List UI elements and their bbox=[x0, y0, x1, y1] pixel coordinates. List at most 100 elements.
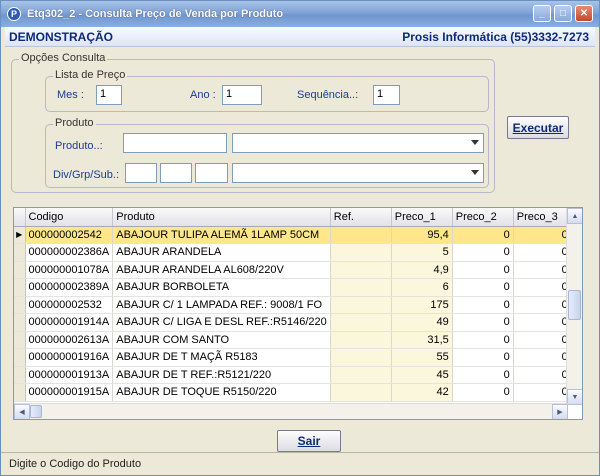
column-header-codigo[interactable]: Codigo bbox=[25, 208, 114, 227]
cell-preco1[interactable]: 45 bbox=[391, 366, 453, 384]
horizontal-scroll-thumb[interactable] bbox=[30, 405, 42, 418]
row-indicator[interactable] bbox=[14, 348, 26, 367]
cell-codigo[interactable]: 000000002532 bbox=[25, 296, 114, 314]
cell-preco1[interactable]: 49 bbox=[391, 313, 453, 332]
cell-produto[interactable]: ABAJUR COM SANTO bbox=[112, 331, 331, 349]
year-input[interactable]: 1 bbox=[222, 85, 262, 105]
column-header-preco3[interactable]: Preco_3 bbox=[513, 208, 572, 227]
division-input[interactable] bbox=[125, 163, 157, 183]
cell-ref[interactable] bbox=[330, 313, 392, 332]
cell-preco2[interactable]: 0 bbox=[452, 348, 514, 367]
scroll-left-icon[interactable]: ◀ bbox=[14, 404, 30, 419]
product-select[interactable] bbox=[232, 133, 484, 153]
vertical-scrollbar[interactable]: ▲ ▼ bbox=[566, 208, 582, 405]
row-indicator[interactable] bbox=[14, 383, 26, 402]
column-header-ref[interactable]: Ref. bbox=[330, 208, 392, 227]
cell-preco3[interactable]: 0 bbox=[513, 348, 572, 367]
cell-preco3[interactable]: 0 bbox=[513, 261, 572, 279]
row-indicator[interactable]: ▶ bbox=[14, 226, 26, 244]
cell-ref[interactable] bbox=[330, 331, 392, 349]
cell-preco3[interactable]: 0 bbox=[513, 278, 572, 297]
cell-preco3[interactable]: 0 bbox=[513, 226, 572, 244]
table-row[interactable]: 000000002386A ABAJUR ARANDELA 5 0 0 bbox=[14, 243, 572, 262]
cell-preco1[interactable]: 6 bbox=[391, 278, 453, 297]
cell-preco3[interactable]: 0 bbox=[513, 366, 572, 384]
cell-preco2[interactable]: 0 bbox=[452, 296, 514, 314]
table-row[interactable]: 000000001916A ABAJUR DE T MAÇÃ R5183 55 0 0 bbox=[14, 348, 572, 367]
cell-preco2[interactable]: 0 bbox=[452, 366, 514, 384]
cell-produto[interactable]: ABAJUR DE T MAÇÃ R5183 bbox=[112, 348, 331, 367]
cell-preco3[interactable]: 0 bbox=[513, 296, 572, 314]
execute-button[interactable]: Executar bbox=[507, 116, 569, 139]
scroll-up-icon[interactable]: ▲ bbox=[567, 208, 582, 224]
row-indicator[interactable] bbox=[14, 366, 26, 384]
cell-codigo[interactable]: 000000002542 bbox=[25, 226, 114, 244]
subgroup-input[interactable] bbox=[195, 163, 228, 183]
category-select[interactable] bbox=[232, 163, 484, 183]
horizontal-scrollbar[interactable]: ◀ ▶ bbox=[14, 403, 568, 419]
minimize-button[interactable]: _ bbox=[533, 5, 551, 22]
cell-produto[interactable]: ABAJUR DE TOQUE R5150/220 bbox=[112, 383, 331, 402]
cell-produto[interactable]: ABAJUR C/ 1 LAMPADA REF.: 9008/1 FO bbox=[112, 296, 331, 314]
row-indicator[interactable] bbox=[14, 261, 26, 279]
cell-preco2[interactable]: 0 bbox=[452, 313, 514, 332]
row-indicator[interactable] bbox=[14, 243, 26, 262]
table-row[interactable]: 000000001915A ABAJUR DE TOQUE R5150/220 42… bbox=[14, 383, 572, 402]
cell-preco2[interactable]: 0 bbox=[452, 331, 514, 349]
cell-codigo[interactable]: 000000001915A bbox=[25, 383, 114, 402]
cell-preco1[interactable]: 4,9 bbox=[391, 261, 453, 279]
cell-produto[interactable]: ABAJUR BORBOLETA bbox=[112, 278, 331, 297]
cell-produto[interactable]: ABAJUR ARANDELA AL608/220V bbox=[112, 261, 331, 279]
cell-ref[interactable] bbox=[330, 243, 392, 262]
cell-ref[interactable] bbox=[330, 278, 392, 297]
row-indicator[interactable] bbox=[14, 278, 26, 297]
chevron-down-icon[interactable] bbox=[471, 140, 479, 145]
cell-codigo[interactable]: 000000002613A bbox=[25, 331, 114, 349]
cell-preco3[interactable]: 0 bbox=[513, 313, 572, 332]
group-input[interactable] bbox=[160, 163, 192, 183]
scroll-right-icon[interactable]: ▶ bbox=[552, 404, 568, 419]
cell-codigo[interactable]: 000000002389A bbox=[25, 278, 114, 297]
cell-codigo[interactable]: 000000001914A bbox=[25, 313, 114, 332]
cell-preco1[interactable]: 42 bbox=[391, 383, 453, 402]
cell-preco1[interactable]: 95,4 bbox=[391, 226, 453, 244]
cell-preco1[interactable]: 175 bbox=[391, 296, 453, 314]
cell-ref[interactable] bbox=[330, 261, 392, 279]
cell-preco2[interactable]: 0 bbox=[452, 261, 514, 279]
close-button[interactable]: ✕ bbox=[575, 5, 593, 22]
exit-button[interactable]: Sair bbox=[277, 430, 341, 452]
cell-codigo[interactable]: 000000001913A bbox=[25, 366, 114, 384]
cell-preco3[interactable]: 0 bbox=[513, 243, 572, 262]
column-header-produto[interactable]: Produto bbox=[112, 208, 331, 227]
products-grid[interactable]: Codigo Produto Ref. Preco_1 Preco_2 Prec… bbox=[13, 207, 583, 420]
cell-preco3[interactable]: 0 bbox=[513, 331, 572, 349]
column-header-preco2[interactable]: Preco_2 bbox=[452, 208, 514, 227]
month-input[interactable]: 1 bbox=[96, 85, 122, 105]
cell-ref[interactable] bbox=[330, 296, 392, 314]
title-bar[interactable]: P Etq302_2 - Consulta Preço de Venda por… bbox=[1, 1, 599, 27]
table-row[interactable]: ▶ 000000002542 ABAJOUR TULIPA ALEMÃ 1LAMP … bbox=[14, 226, 572, 244]
chevron-down-icon[interactable] bbox=[471, 170, 479, 175]
row-indicator[interactable] bbox=[14, 331, 26, 349]
cell-codigo[interactable]: 000000001916A bbox=[25, 348, 114, 367]
cell-produto[interactable]: ABAJUR ARANDELA bbox=[112, 243, 331, 262]
product-code-input[interactable] bbox=[123, 133, 227, 153]
table-row[interactable]: 000000002613A ABAJUR COM SANTO 31,5 0 0 bbox=[14, 331, 572, 349]
cell-codigo[interactable]: 000000001078A bbox=[25, 261, 114, 279]
row-indicator[interactable] bbox=[14, 313, 26, 332]
table-row[interactable]: 000000001913A ABAJUR DE T REF.:R5121/220 4… bbox=[14, 366, 572, 384]
cell-ref[interactable] bbox=[330, 348, 392, 367]
cell-preco2[interactable]: 0 bbox=[452, 243, 514, 262]
table-row[interactable]: 000000001914A ABAJUR C/ LIGA E DESL REF.:… bbox=[14, 313, 572, 332]
row-indicator[interactable] bbox=[14, 296, 26, 314]
cell-preco1[interactable]: 5 bbox=[391, 243, 453, 262]
cell-preco1[interactable]: 55 bbox=[391, 348, 453, 367]
cell-preco1[interactable]: 31,5 bbox=[391, 331, 453, 349]
sequence-input[interactable]: 1 bbox=[373, 85, 400, 105]
vertical-scroll-thumb[interactable] bbox=[568, 290, 581, 320]
cell-produto[interactable]: ABAJUR DE T REF.:R5121/220 bbox=[112, 366, 331, 384]
cell-produto[interactable]: ABAJOUR TULIPA ALEMÃ 1LAMP 50CM bbox=[112, 226, 331, 244]
scroll-down-icon[interactable]: ▼ bbox=[567, 389, 582, 405]
cell-preco2[interactable]: 0 bbox=[452, 226, 514, 244]
maximize-button[interactable]: □ bbox=[554, 5, 572, 22]
